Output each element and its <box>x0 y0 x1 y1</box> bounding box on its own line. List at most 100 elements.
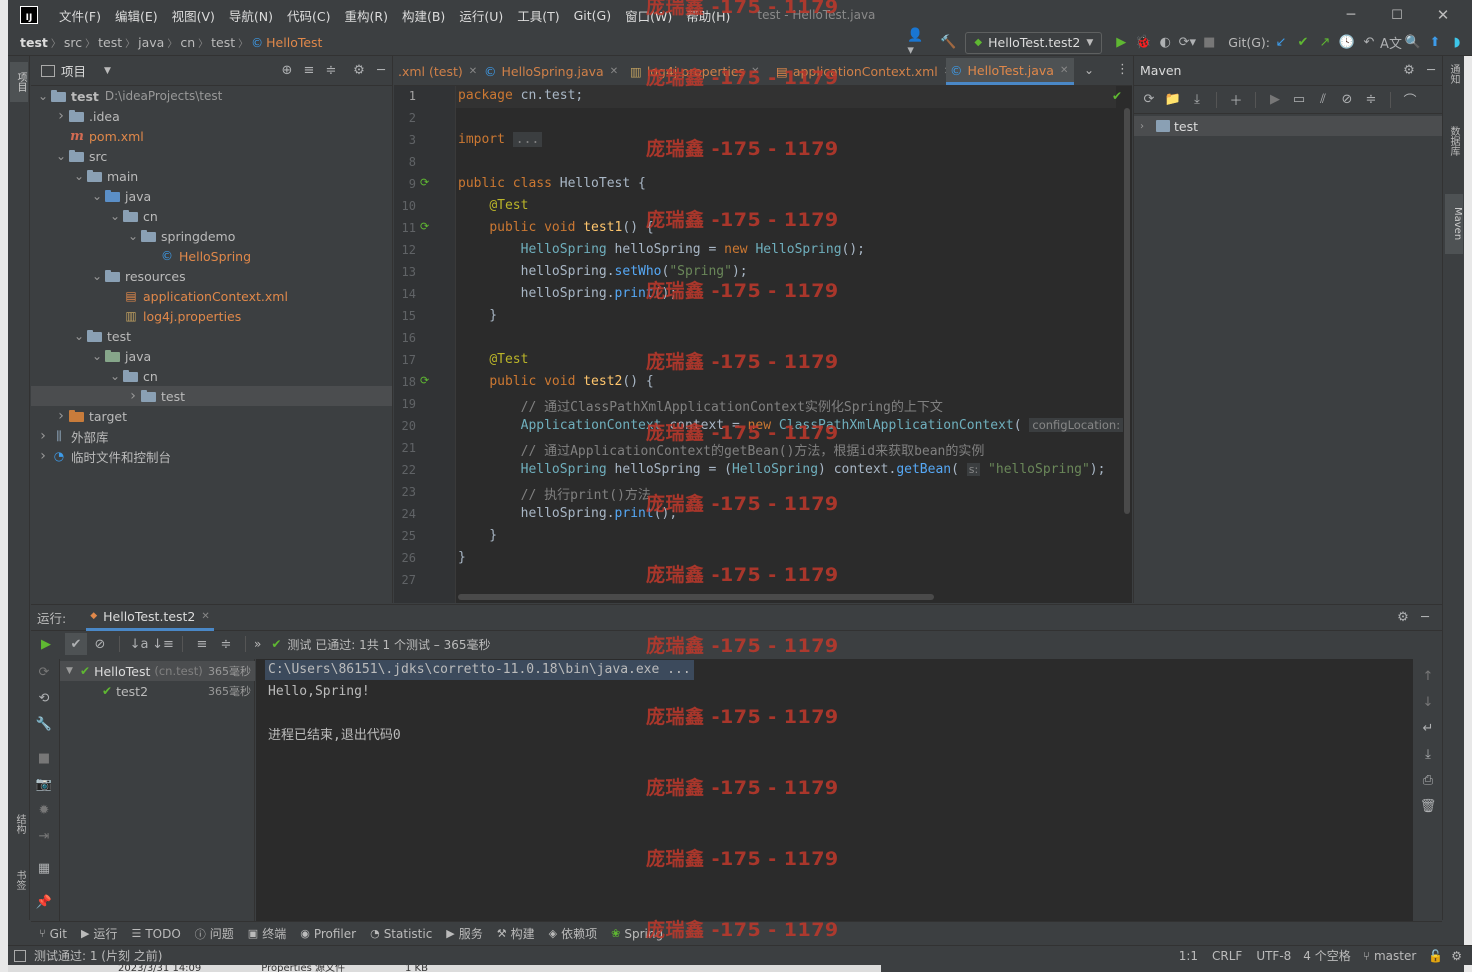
git-history-icon[interactable]: 🕓 <box>1336 32 1358 54</box>
editor-tab[interactable]: © HelloSpring.java ✕ <box>480 58 624 85</box>
more-icon[interactable]: ⋮ <box>1116 62 1129 77</box>
memory-icon[interactable]: ⚙ <box>1451 949 1462 963</box>
collapse-icon[interactable]: ≑ <box>1360 89 1382 111</box>
project-tree-item[interactable]: ⌄ java <box>31 186 392 206</box>
chevron-down-icon[interactable]: ⌄ <box>71 169 87 183</box>
export-icon[interactable]: ⇥ <box>33 825 55 847</box>
console-output[interactable]: C:\Users\86151\.jdks\corretto-11.0.18\bi… <box>256 659 1413 921</box>
search-icon[interactable]: 🔍 <box>1402 32 1424 54</box>
git-branch[interactable]: master <box>1374 949 1416 963</box>
chevron-down-icon[interactable]: ⌄ <box>89 269 105 283</box>
line-separator[interactable]: CRLF <box>1212 949 1242 963</box>
analyze-icon[interactable]: ⌒ <box>1399 89 1421 111</box>
status-toggle-icon[interactable] <box>14 949 26 962</box>
chevron-down-icon[interactable]: ⌄ <box>107 209 123 223</box>
lock-icon[interactable]: 🔓 <box>1428 949 1443 963</box>
project-stripe-button[interactable]: 项目 <box>10 62 28 102</box>
rerun-failed-icon[interactable]: ⟳ <box>33 661 55 683</box>
gear-icon[interactable]: ⚙ <box>348 60 370 82</box>
menu-item[interactable]: 编辑(E) <box>108 6 165 25</box>
run-test2-gutter-icon[interactable]: ⟳ <box>420 374 429 387</box>
bookmarks-stripe-button[interactable]: 书签 <box>11 870 27 890</box>
close-icon[interactable]: ✕ <box>201 611 209 622</box>
bottom-tab[interactable]: ⓘ 问题 <box>195 925 234 942</box>
show-passed-icon[interactable]: ✔ <box>65 633 87 655</box>
project-tree-item[interactable]: m pom.xml <box>31 126 392 146</box>
execute-goal-icon[interactable]: ▭ <box>1288 89 1310 111</box>
close-icon[interactable]: ✕ <box>610 66 618 77</box>
camera-icon[interactable]: 📷 <box>33 773 55 795</box>
test-tree-root[interactable]: ▼ ✔ HelloTest (cn.test) 365毫秒 <box>60 661 255 681</box>
gear-icon[interactable]: ⚙ <box>1398 60 1420 82</box>
chevron-down-icon[interactable]: ⌄ <box>53 149 69 163</box>
menu-item[interactable]: 构建(B) <box>395 6 452 25</box>
breadcrumb-item[interactable]: test <box>98 35 122 50</box>
run-tab[interactable]: ◆ HelloTest.test2 ✕ <box>86 605 214 631</box>
rerun-icon[interactable]: ▶ <box>35 633 57 655</box>
indent-setting[interactable]: 4 个空格 <box>1303 947 1350 964</box>
menu-item[interactable]: 工具(T) <box>510 6 566 25</box>
hide-panel-icon[interactable]: ─ <box>1420 60 1442 82</box>
chevron-down-icon[interactable]: ⌄ <box>89 189 105 203</box>
bottom-tab[interactable]: ◔ Statistic <box>370 927 432 941</box>
update-icon[interactable]: ⬆ <box>1424 32 1446 54</box>
project-tree-item[interactable]: › target <box>31 406 392 426</box>
run-icon[interactable]: ▶ <box>1110 32 1132 54</box>
chevron-right-icon[interactable]: › <box>53 408 69 424</box>
user-icon[interactable]: 👤▾ <box>907 28 929 58</box>
sort-alpha-icon[interactable]: ↓a <box>128 633 150 655</box>
chevron-right-icon[interactable]: › <box>125 388 141 404</box>
toggle-auto-test-icon[interactable]: ⟲ <box>33 687 55 709</box>
locate-icon[interactable]: ⊕ <box>276 60 298 82</box>
inspection-ok-icon[interactable]: ✔ <box>1112 89 1122 103</box>
hide-panel-icon[interactable]: ─ <box>370 60 392 82</box>
skip-tests-icon[interactable]: ⊘ <box>1336 89 1358 111</box>
minimize-icon[interactable]: ─ <box>1328 7 1374 23</box>
git-rollback-icon[interactable]: ↶ <box>1358 32 1380 54</box>
breadcrumb-item[interactable]: java <box>138 35 164 50</box>
wrench-icon[interactable]: 🔧 <box>33 713 55 735</box>
sort-duration-icon[interactable]: ↓≡ <box>152 633 174 655</box>
expand-all-icon[interactable]: ≡ <box>298 60 320 82</box>
close-icon[interactable]: ✕ <box>469 66 477 77</box>
project-tree-item[interactable]: ⌄ test <box>31 326 392 346</box>
maven-stripe-button[interactable]: Maven <box>1445 194 1463 254</box>
git-update-icon[interactable]: ↙ <box>1270 32 1292 54</box>
plugin-icon[interactable]: ◗ <box>1446 32 1468 54</box>
breadcrumb-item[interactable]: src <box>64 35 82 50</box>
project-tree-item[interactable]: © HelloSpring <box>31 246 392 266</box>
project-tree-item[interactable]: ⌄ cn <box>31 366 392 386</box>
git-push-icon[interactable]: ↗ <box>1314 32 1336 54</box>
soft-wrap-icon[interactable]: ↵ <box>1417 717 1439 739</box>
more-icon[interactable]: » <box>254 637 261 651</box>
editor-horizontal-scrollbar[interactable] <box>458 594 934 600</box>
bottom-tab[interactable]: ▶ 服务 <box>446 925 482 942</box>
project-tree-item[interactable]: › ⫼ 外部库 <box>31 426 392 446</box>
maximize-icon[interactable]: ☐ <box>1374 8 1420 23</box>
menu-item[interactable]: 文件(F) <box>52 6 108 25</box>
bottom-tab[interactable]: ◈ 依赖项 <box>549 925 597 942</box>
reload-icon[interactable]: ⟳ <box>1138 89 1160 111</box>
toggle-offline-icon[interactable]: ⫽ <box>1312 89 1334 111</box>
project-tree-item[interactable]: › test <box>31 386 392 406</box>
scroll-to-end-icon[interactable]: ⤓ <box>1417 743 1439 765</box>
editor-tab[interactable]: ▤applicationContext.xml✕ <box>772 58 958 85</box>
project-tree-item[interactable]: ▤ applicationContext.xml <box>31 286 392 306</box>
close-window-icon[interactable]: ✕ <box>1420 6 1466 24</box>
chevron-down-icon[interactable]: ⌄ <box>89 349 105 363</box>
project-tree-item[interactable]: ⌄ resources <box>31 266 392 286</box>
code-editor[interactable]: 1 2 3 8 9 10 11 12 13 14 15 16 17 18 19 20 21 22 23 24 25 26 2… <box>394 86 1132 603</box>
bottom-tab[interactable]: ◉ Profiler <box>300 927 356 941</box>
menu-item[interactable]: 帮助(H) <box>679 6 737 25</box>
bottom-tab[interactable]: ▣ 终端 <box>248 925 286 942</box>
debug-icon[interactable]: ✹ <box>33 799 55 821</box>
layout-icon[interactable]: ▦ <box>33 857 55 879</box>
chevron-down-icon[interactable]: ⌄ <box>107 369 123 383</box>
collapse-all-icon[interactable]: ≑ <box>215 633 237 655</box>
menu-item[interactable]: 窗口(W) <box>618 6 679 25</box>
project-tree-item[interactable]: ⌄ main <box>31 166 392 186</box>
chevron-down-icon[interactable]: ⌄ <box>71 329 87 343</box>
scroll-down-icon[interactable]: ↓ <box>1417 691 1439 713</box>
tab-list-chevron-icon[interactable]: ⌄ <box>1084 63 1094 77</box>
gear-icon[interactable]: ⚙ <box>1392 607 1414 629</box>
